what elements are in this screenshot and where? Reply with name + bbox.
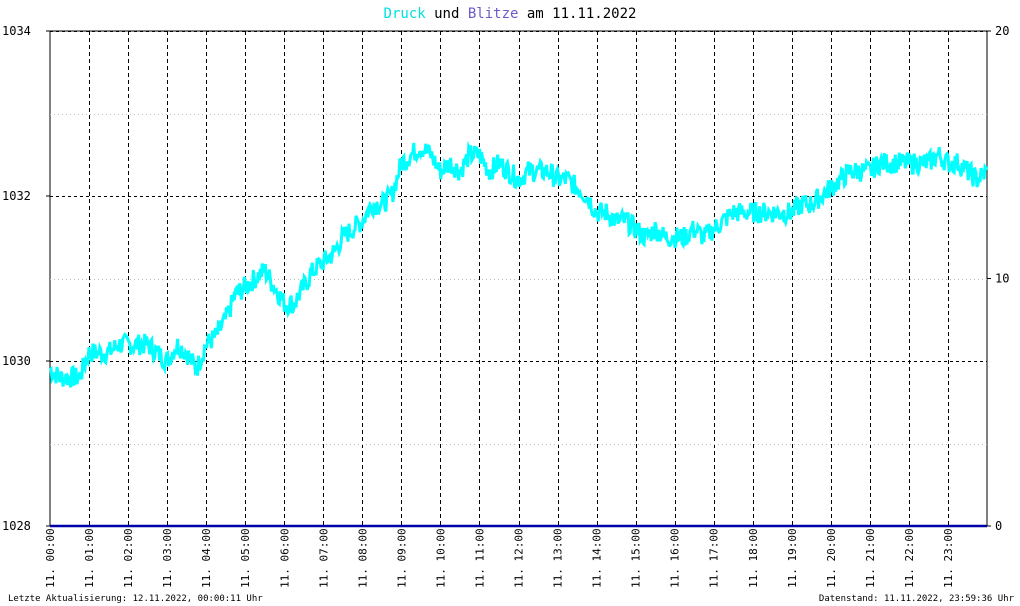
x-tick-label: 11. 07:00 <box>317 528 330 588</box>
title-date-prefix: am <box>518 6 552 22</box>
x-tick-label: 11. 04:00 <box>200 528 213 588</box>
title-series-blitze: Blitze <box>468 6 519 22</box>
y-right-tick-label: 10 <box>995 272 1009 286</box>
y-left-tick-label: 1030 <box>2 354 31 368</box>
y-left-tick-label: 1034 <box>2 24 31 38</box>
x-tick-label: 11. 20:00 <box>825 528 838 588</box>
title-connector: und <box>426 6 468 22</box>
x-tick-label: 11. 08:00 <box>356 528 369 588</box>
x-tick-label: 11. 18:00 <box>747 528 760 588</box>
pressure-lightning-chart: 1028 1030 1032 1034 0 10 20 11. 00:00 11. 01:00 1… <box>0 0 1020 606</box>
x-tick-label: 11. 19:00 <box>786 528 799 588</box>
chart-title: Druck und Blitze am 11.11.2022 <box>384 6 637 22</box>
y-left-tick-label: 1028 <box>2 519 31 533</box>
y-right-tick-label: 20 <box>995 24 1009 38</box>
x-tick-label: 11. 13:00 <box>552 528 565 588</box>
x-tick-label: 11. 11:00 <box>473 528 486 588</box>
x-tick-label: 11. 12:00 <box>513 528 526 588</box>
x-tick-label: 11. 23:00 <box>942 528 955 588</box>
x-tick-label: 11. 10:00 <box>434 528 447 588</box>
x-tick-label: 11. 01:00 <box>83 528 96 588</box>
chart-root: 1028 1030 1032 1034 0 10 20 11. 00:00 11. 01:00 1… <box>0 0 1020 606</box>
x-tick-label: 11. 22:00 <box>903 528 916 588</box>
title-date: 11.11.2022 <box>552 6 636 22</box>
footer-last-update: Letzte Aktualisierung: 12.11.2022, 00:00… <box>8 594 263 604</box>
y-left-tick-label: 1032 <box>2 189 31 203</box>
x-tick-label: 11. 17:00 <box>708 528 721 588</box>
x-tick-label: 11. 21:00 <box>864 528 877 588</box>
x-tick-label: 11. 14:00 <box>591 528 604 588</box>
x-tick-label: 11. 03:00 <box>161 528 174 588</box>
x-tick-label: 11. 00:00 <box>44 528 57 588</box>
footer-data-status: Datenstand: 11.11.2022, 23:59:36 Uhr <box>819 594 1015 604</box>
title-series-druck: Druck <box>384 6 427 22</box>
x-tick-label: 11. 05:00 <box>239 528 252 588</box>
x-tick-label: 11. 06:00 <box>278 528 291 588</box>
x-tick-label: 11. 16:00 <box>669 528 682 588</box>
x-tick-label: 11. 15:00 <box>630 528 643 588</box>
y-right-tick-label: 0 <box>995 519 1002 533</box>
chart-background <box>0 0 1020 606</box>
x-tick-label: 11. 09:00 <box>395 528 408 588</box>
x-tick-label: 11. 02:00 <box>122 528 135 588</box>
